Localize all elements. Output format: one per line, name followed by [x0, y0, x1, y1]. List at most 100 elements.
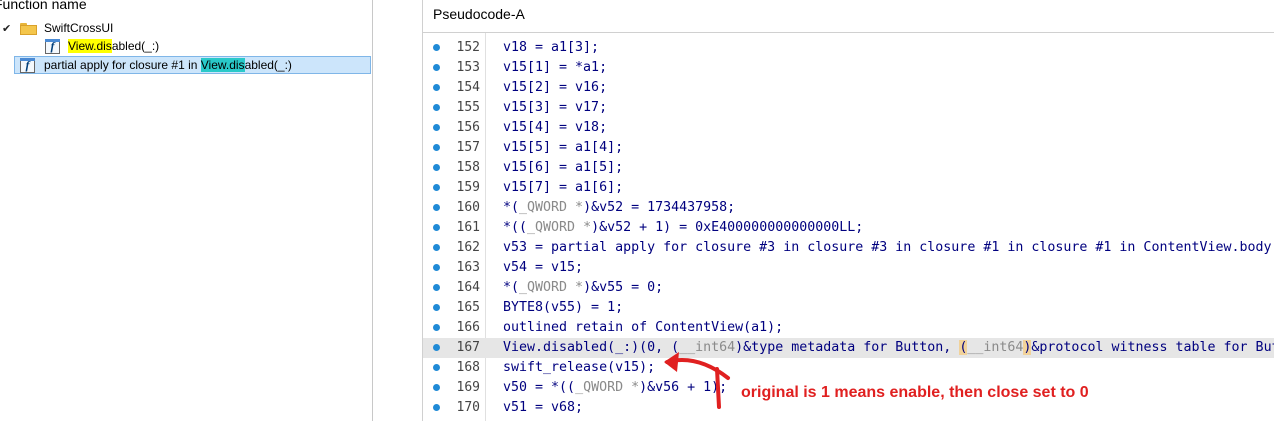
breakpoint-dot-icon[interactable] — [433, 244, 440, 251]
breakpoint-dot-icon[interactable] — [433, 224, 440, 231]
line-number: 169 — [456, 380, 480, 395]
type-cast-text: __int64 — [967, 340, 1024, 355]
annotation-text: original is 1 means enable, then close s… — [741, 384, 1089, 401]
code-line[interactable]: 166 outlined retain of ContentView(a1); — [423, 318, 1274, 338]
code-line[interactable]: 160 *(_QWORD *)&v52 = 1734437958; — [423, 198, 1274, 218]
code-segment: )&v52 = 1734437958; — [583, 200, 736, 215]
code-segment: v15[7] = a1[6]; — [503, 180, 624, 195]
code-segment: *(( — [503, 220, 528, 235]
func-name-suffix: abled(_:) — [244, 58, 292, 72]
code-segment: v50 = *(( — [503, 380, 576, 395]
code-segment: v53 = partial apply for closure #3 in cl… — [503, 240, 1274, 255]
breakpoint-dot-icon[interactable] — [433, 364, 440, 371]
line-number: 163 — [456, 260, 480, 275]
code-line[interactable]: 152 v18 = a1[3]; — [423, 38, 1274, 58]
line-number: 162 — [456, 240, 480, 255]
code-segment: View.disabled(_:)(0, ( — [503, 340, 680, 355]
code-text: v15[5] = a1[4]; — [503, 138, 623, 158]
code-segment: *( — [503, 280, 520, 295]
breakpoint-dot-icon[interactable] — [433, 384, 440, 391]
tree-item-view-disabled[interactable]: View.disabled(_:) — [68, 38, 159, 55]
breakpoint-dot-icon[interactable] — [433, 144, 440, 151]
code-line[interactable]: 158 v15[6] = a1[5]; — [423, 158, 1274, 178]
code-line[interactable]: 165 BYTE8(v55) = 1; — [423, 298, 1274, 318]
breakpoint-dot-icon[interactable] — [433, 44, 440, 51]
code-text: View.disabled(_:)(0, (__int64)&type meta… — [503, 338, 1274, 358]
breakpoint-dot-icon[interactable] — [433, 304, 440, 311]
code-line[interactable]: 164 *(_QWORD *)&v55 = 0; — [423, 278, 1274, 298]
line-number: 156 — [456, 120, 480, 135]
code-line[interactable]: 159 v15[7] = a1[6]; — [423, 178, 1274, 198]
code-segment: )&type metadata for Button, — [735, 340, 960, 355]
code-segment: v15[1] = *a1; — [503, 60, 608, 75]
chevron-down-icon[interactable]: ✔ — [2, 22, 11, 35]
code-line[interactable]: 162 v53 = partial apply for closure #3 in… — [423, 238, 1274, 258]
line-number: 158 — [456, 160, 480, 175]
code-line[interactable]: 163 v54 = v15; — [423, 258, 1274, 278]
code-segment: v15[5] = a1[4]; — [503, 140, 624, 155]
code-line[interactable]: 156 v15[4] = v18; — [423, 118, 1274, 138]
breakpoint-dot-icon[interactable] — [433, 264, 440, 271]
type-cast-text: _QWORD * — [527, 220, 592, 235]
line-number: 159 — [456, 180, 480, 195]
line-number: 157 — [456, 140, 480, 155]
function-icon: f — [45, 39, 60, 54]
breakpoint-dot-icon[interactable] — [433, 64, 440, 71]
code-line[interactable]: 157 v15[5] = a1[4]; — [423, 138, 1274, 158]
code-line[interactable]: 167 View.disabled(_:)(0, (__int64)&type m… — [423, 338, 1274, 358]
breakpoint-dot-icon[interactable] — [433, 204, 440, 211]
breakpoint-dot-icon[interactable] — [433, 184, 440, 191]
code-segment: v51 = v68; — [503, 400, 584, 415]
breakpoint-dot-icon[interactable] — [433, 104, 440, 111]
line-number: 166 — [456, 320, 480, 335]
breakpoint-dot-icon[interactable] — [433, 324, 440, 331]
breakpoint-dot-icon[interactable] — [433, 344, 440, 351]
breakpoint-dot-icon[interactable] — [433, 124, 440, 131]
line-number: 165 — [456, 300, 480, 315]
code-text: outlined retain of ContentView(a1); — [503, 318, 783, 338]
type-cast-text: _QWORD * — [575, 380, 640, 395]
code-text: v53 = partial apply for closure #3 in cl… — [503, 238, 1274, 258]
tab-pseudocode-a[interactable]: Pseudocode-A — [433, 6, 525, 22]
line-number: 153 — [456, 60, 480, 75]
code-line[interactable]: 168 swift_release(v15); — [423, 358, 1274, 378]
code-line[interactable]: 155 v15[3] = v17; — [423, 98, 1274, 118]
code-segment: *( — [503, 200, 520, 215]
code-text: v18 = a1[3]; — [503, 38, 599, 58]
code-line[interactable]: 161 *((_QWORD *)&v52 + 1) = 0xE4000000000… — [423, 218, 1274, 238]
line-number: 168 — [456, 360, 480, 375]
type-cast-text: _QWORD * — [519, 280, 584, 295]
type-cast-text: __int64 — [679, 340, 736, 355]
breakpoint-dot-icon[interactable] — [433, 84, 440, 91]
functions-panel: Function name ✔ SwiftCrossUI f View.disa… — [0, 0, 373, 421]
code-text: v15[7] = a1[6]; — [503, 178, 623, 198]
code-text: v51 = v68; — [503, 398, 583, 418]
code-segment: v15[3] = v17; — [503, 100, 608, 115]
breakpoint-dot-icon[interactable] — [433, 404, 440, 411]
type-cast-text: _QWORD * — [519, 200, 584, 215]
search-highlight: View.dis — [68, 39, 112, 53]
search-highlight: View.dis — [200, 58, 245, 72]
function-icon: f — [20, 58, 35, 73]
code-line[interactable]: 153 v15[1] = *a1; — [423, 58, 1274, 78]
code-segment: outlined retain of ContentView(a1); — [503, 320, 784, 335]
code-text: v15[6] = a1[5]; — [503, 158, 623, 178]
line-number: 154 — [456, 80, 480, 95]
breakpoint-dot-icon[interactable] — [433, 284, 440, 291]
pseudocode-pane: Pseudocode-A 152 v18 = a1[3]; 153 v15[1] = … — [422, 0, 1274, 421]
line-number: 155 — [456, 100, 480, 115]
line-number: 161 — [456, 220, 480, 235]
line-number: 152 — [456, 40, 480, 55]
tree-item-partial-apply-closure[interactable]: partial apply for closure #1 in View.dis… — [44, 57, 292, 74]
tree-group-swiftcrossui[interactable]: SwiftCrossUI — [44, 20, 113, 37]
code-text: BYTE8(v55) = 1; — [503, 298, 623, 318]
code-segment: )&v52 + 1) = 0xE400000000000000LL; — [591, 220, 864, 235]
functions-header: Function name — [0, 0, 87, 12]
func-name-suffix: abled(_:) — [111, 39, 160, 53]
code-segment: v15[2] = v16; — [503, 80, 608, 95]
code-segment: v54 = v15; — [503, 260, 584, 275]
breakpoint-dot-icon[interactable] — [433, 164, 440, 171]
code-line[interactable]: 154 v15[2] = v16; — [423, 78, 1274, 98]
code-text: v15[1] = *a1; — [503, 58, 607, 78]
pane-divider — [423, 32, 1274, 33]
